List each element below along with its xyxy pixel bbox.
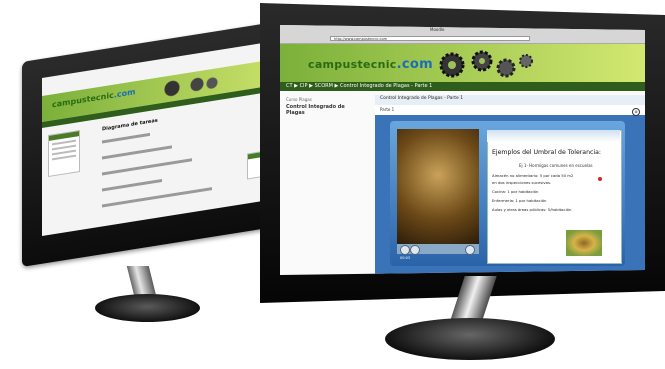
front-monitor-stand-base — [385, 318, 555, 360]
scorm-subtitle-bar: Parte 1 — [375, 105, 645, 115]
back-course-row[interactable] — [102, 187, 212, 208]
slide-subtitle: Ej 1- Hormigas comunes en escuelas — [519, 163, 593, 168]
back-course-row[interactable] — [102, 145, 172, 160]
address-bar[interactable]: http://www.campustecnic.com — [330, 36, 530, 41]
back-monitor-stand-base — [95, 294, 200, 322]
insect-image — [566, 230, 602, 256]
slide-line: Enfermería: 1 por habitación — [492, 198, 547, 203]
slide-line: en dos inspecciones sucesivas. — [492, 180, 552, 185]
back-course-title: Diagrama de tareas — [102, 117, 158, 133]
bullet-dot-icon — [598, 177, 602, 181]
video-frame[interactable] — [397, 129, 479, 244]
site-logo[interactable]: campustecnic.com — [308, 57, 433, 72]
play-button[interactable] — [410, 245, 420, 255]
rewind-button[interactable] — [400, 245, 410, 255]
scorm-subtitle: Parte 1 — [380, 107, 395, 112]
slide-card-top — [487, 130, 620, 142]
back-course-row[interactable] — [102, 178, 162, 192]
back-monitor: campustecnic.com Diagrama de tareas — [22, 20, 287, 267]
back-course-row[interactable] — [102, 158, 192, 176]
course-nav-label: Curso Plagas — [286, 97, 312, 102]
video-time: 00:03 — [400, 256, 411, 260]
course-nav[interactable]: Curso Plagas Control Integrado de Plagas — [286, 97, 346, 127]
slide-line: Cocina: 1 por habitación — [492, 189, 539, 194]
video-controls — [397, 244, 479, 255]
volume-button[interactable] — [465, 245, 475, 255]
slide-title: Ejemplos del Umbral de Tolerancia: — [492, 149, 602, 156]
back-sidebar-block — [48, 129, 80, 178]
front-monitor-screen: Moodle http://www.campustecnic.com campu… — [280, 25, 645, 275]
scorm-title: Control Integrado de Plagas - Parte 1 — [380, 96, 464, 101]
slide-line: Almacén no alimentario: 5 por cada 50 m2 — [492, 173, 574, 178]
browser-title: Moodle — [430, 27, 445, 32]
course-nav-title[interactable]: Control Integrado de Plagas — [286, 104, 346, 116]
close-icon[interactable]: ⊗ — [632, 108, 640, 116]
breadcrumb[interactable]: CT ▶ CIP ▶ SCORM ▶ Control Integrado de … — [280, 82, 645, 91]
slide-line: Aulas y otras áreas públicas: 5/habitaci… — [492, 207, 572, 212]
gears-icon — [439, 50, 533, 78]
back-course-row[interactable] — [102, 132, 150, 144]
